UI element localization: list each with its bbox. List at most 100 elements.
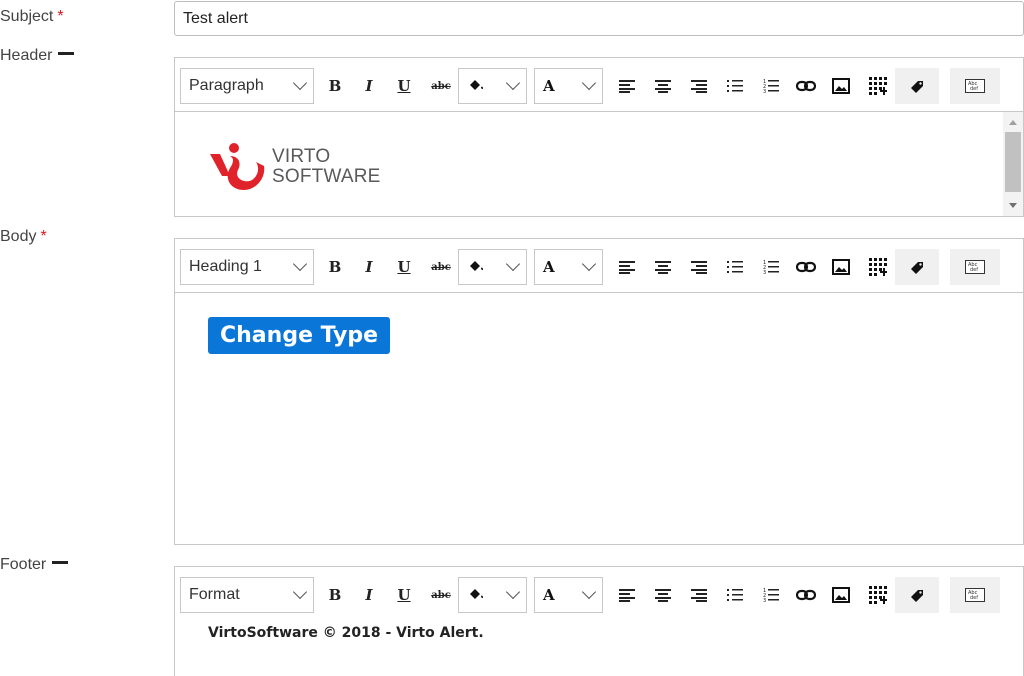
bullet-list-icon bbox=[727, 80, 743, 92]
tag-button[interactable] bbox=[895, 577, 939, 613]
link-icon bbox=[796, 261, 816, 273]
subject-input[interactable] bbox=[174, 1, 1024, 36]
bold-button[interactable]: B bbox=[320, 577, 350, 613]
table-icon bbox=[869, 586, 887, 604]
format-dropdown[interactable]: Format bbox=[180, 577, 314, 613]
fill-color-icon bbox=[470, 589, 483, 599]
align-left-button[interactable] bbox=[613, 68, 641, 104]
chevron-down-icon bbox=[505, 584, 521, 600]
image-icon bbox=[832, 78, 850, 94]
align-center-icon bbox=[655, 261, 671, 274]
align-center-button[interactable] bbox=[649, 249, 677, 285]
change-type-button[interactable]: Change Type bbox=[208, 317, 391, 354]
link-button[interactable] bbox=[792, 249, 820, 285]
font-color-dropdown[interactable]: A bbox=[534, 68, 603, 104]
align-right-icon bbox=[691, 261, 707, 274]
image-button[interactable] bbox=[827, 577, 855, 613]
collapse-icon[interactable] bbox=[52, 561, 69, 565]
spellcheck-icon: Abcdef bbox=[965, 79, 985, 93]
required-mark: * bbox=[57, 8, 64, 25]
strikethrough-button[interactable]: abc bbox=[426, 577, 456, 613]
bold-button[interactable]: B bbox=[320, 249, 350, 285]
align-right-icon bbox=[691, 80, 707, 93]
tag-button[interactable] bbox=[895, 68, 939, 104]
chevron-down-icon bbox=[581, 584, 597, 600]
tag-button[interactable] bbox=[895, 249, 939, 285]
strikethrough-button[interactable]: abc bbox=[426, 249, 456, 285]
italic-button[interactable]: I bbox=[354, 577, 384, 613]
italic-button[interactable]: I bbox=[354, 68, 384, 104]
scroll-thumb[interactable] bbox=[1005, 132, 1021, 192]
font-color-dropdown[interactable]: A bbox=[534, 577, 603, 613]
italic-button[interactable]: I bbox=[354, 249, 384, 285]
fill-color-dropdown[interactable] bbox=[458, 577, 527, 613]
svg-text:def: def bbox=[970, 595, 978, 601]
bullet-list-button[interactable] bbox=[721, 68, 749, 104]
scroll-down-icon[interactable] bbox=[1009, 203, 1017, 208]
table-button[interactable] bbox=[864, 249, 892, 285]
header-label: Header bbox=[0, 47, 75, 65]
bold-button[interactable]: B bbox=[320, 68, 350, 104]
footer-label: Footer bbox=[0, 556, 69, 574]
table-button[interactable] bbox=[864, 577, 892, 613]
header-scrollbar[interactable] bbox=[1003, 112, 1023, 216]
underline-button[interactable]: U bbox=[389, 249, 419, 285]
required-mark: * bbox=[40, 228, 47, 245]
footer-content[interactable]: VirtoSoftware © 2018 - Virto Alert. bbox=[175, 621, 1023, 661]
header-toolbar: Paragraph B I U abc A 123 Abc def bbox=[175, 58, 1023, 112]
footer-text: VirtoSoftware © 2018 - Virto Alert. bbox=[208, 625, 484, 641]
numbered-list-button[interactable]: 123 bbox=[757, 577, 785, 613]
image-icon bbox=[832, 587, 850, 603]
link-button[interactable] bbox=[792, 577, 820, 613]
numbered-list-button[interactable]: 123 bbox=[757, 249, 785, 285]
underline-button[interactable]: U bbox=[389, 577, 419, 613]
numbered-list-icon: 123 bbox=[763, 588, 779, 603]
align-right-button[interactable] bbox=[685, 68, 713, 104]
body-content[interactable]: Change Type bbox=[175, 293, 1023, 544]
align-center-button[interactable] bbox=[649, 577, 677, 613]
bullet-list-button[interactable] bbox=[721, 249, 749, 285]
svg-text:def: def bbox=[970, 86, 978, 92]
tag-icon bbox=[911, 590, 923, 602]
align-left-icon bbox=[619, 261, 635, 274]
chevron-down-icon bbox=[581, 75, 597, 91]
numbered-list-icon: 123 bbox=[763, 79, 779, 94]
align-left-button[interactable] bbox=[613, 249, 641, 285]
strikethrough-button[interactable]: abc bbox=[426, 68, 456, 104]
svg-text:3: 3 bbox=[763, 598, 766, 603]
align-right-button[interactable] bbox=[685, 249, 713, 285]
table-icon bbox=[869, 77, 887, 95]
subject-label: Subject * bbox=[0, 8, 64, 25]
body-editor: Heading 1 B I U abc A 123 Abc def Change… bbox=[174, 238, 1024, 545]
footer-editor: Format B I U abc A 123 Abc def VirtoSoft… bbox=[174, 566, 1024, 676]
body-label: Body * bbox=[0, 228, 47, 245]
format-dropdown[interactable]: Paragraph bbox=[180, 68, 314, 104]
underline-button[interactable]: U bbox=[389, 68, 419, 104]
bullet-list-icon bbox=[727, 261, 743, 273]
numbered-list-button[interactable]: 123 bbox=[757, 68, 785, 104]
header-content[interactable]: VIRTO SOFTWARE bbox=[175, 112, 1023, 216]
svg-text:def: def bbox=[970, 267, 978, 273]
table-button[interactable] bbox=[864, 68, 892, 104]
align-right-button[interactable] bbox=[685, 577, 713, 613]
svg-text:3: 3 bbox=[763, 89, 766, 94]
image-button[interactable] bbox=[827, 68, 855, 104]
spellcheck-button[interactable]: Abc def bbox=[950, 68, 1000, 104]
link-button[interactable] bbox=[792, 68, 820, 104]
image-button[interactable] bbox=[827, 249, 855, 285]
fill-color-dropdown[interactable] bbox=[458, 249, 527, 285]
font-color-dropdown[interactable]: A bbox=[534, 249, 603, 285]
align-right-icon bbox=[691, 589, 707, 602]
align-center-icon bbox=[655, 589, 671, 602]
align-left-button[interactable] bbox=[613, 577, 641, 613]
fill-color-dropdown[interactable] bbox=[458, 68, 527, 104]
format-dropdown[interactable]: Heading 1 bbox=[180, 249, 314, 285]
spellcheck-icon: Abcdef bbox=[965, 260, 985, 274]
align-center-button[interactable] bbox=[649, 68, 677, 104]
chevron-down-icon bbox=[581, 256, 597, 272]
spellcheck-button[interactable]: Abc def bbox=[950, 249, 1000, 285]
collapse-icon[interactable] bbox=[58, 52, 75, 56]
bullet-list-button[interactable] bbox=[721, 577, 749, 613]
spellcheck-button[interactable]: Abc def bbox=[950, 577, 1000, 613]
scroll-up-icon[interactable] bbox=[1009, 120, 1017, 125]
